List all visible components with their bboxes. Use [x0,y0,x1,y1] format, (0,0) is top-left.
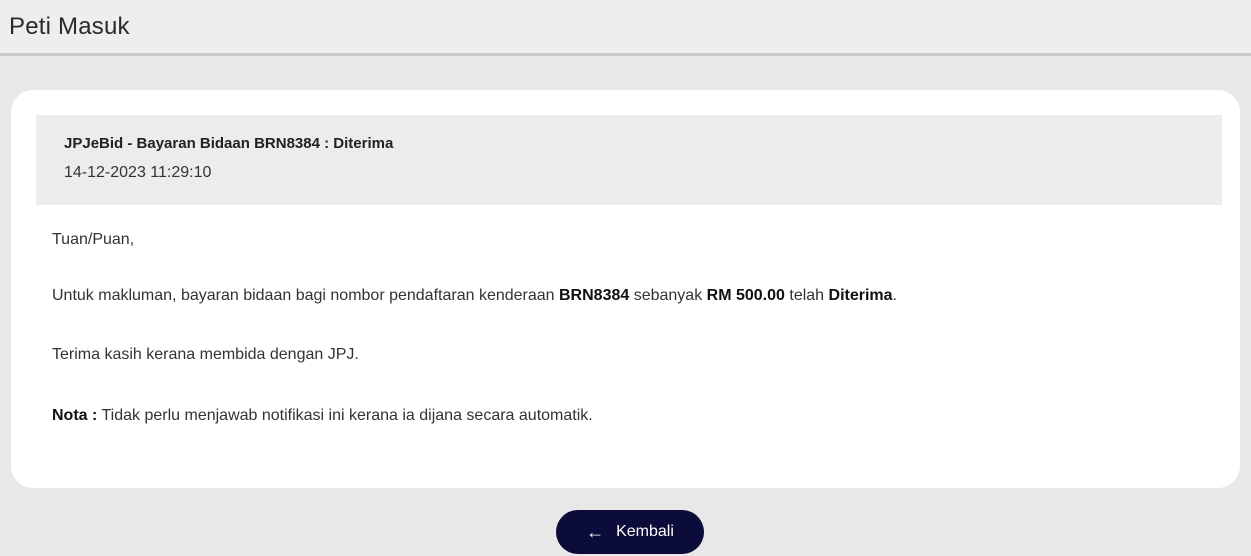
back-button-label: Kembali [616,523,674,540]
message-datetime: 14-12-2023 11:29:10 [64,164,212,181]
message-card: JPJeBid - Bayaran Bidaan BRN8384 : Diter… [11,90,1240,488]
body-text-prefix: Untuk makluman, bayaran bidaan bagi nomb… [52,287,559,304]
note-label: Nota : [52,407,98,424]
page-header: Peti Masuk [0,0,1251,56]
body-text-mid: sebanyak [629,287,707,304]
message-thanks: Terima kasih kerana membida dengan JPJ. [52,346,359,363]
note-text: Tidak perlu menjawab notifikasi ini kera… [97,407,593,424]
payment-amount: RM 500.00 [706,287,785,304]
back-button[interactable]: ← Kembali [556,510,704,554]
message-body-line: Untuk makluman, bayaran bidaan bagi nomb… [52,287,897,305]
arrow-left-icon: ← [586,522,605,542]
message-greeting: Tuan/Puan, [52,231,135,248]
payment-status: Diterima [828,287,893,304]
message-header: JPJeBid - Bayaran Bidaan BRN8384 : Diter… [36,115,1222,205]
plate-number: BRN8384 [559,287,630,304]
page-title: Peti Masuk [9,13,130,40]
message-subject: JPJeBid - Bayaran Bidaan BRN8384 : Diter… [64,135,394,152]
message-note: Nota : Tidak perlu menjawab notifikasi i… [52,407,593,425]
body-text-suffix: . [892,287,897,304]
body-text-mid2: telah [784,287,829,304]
